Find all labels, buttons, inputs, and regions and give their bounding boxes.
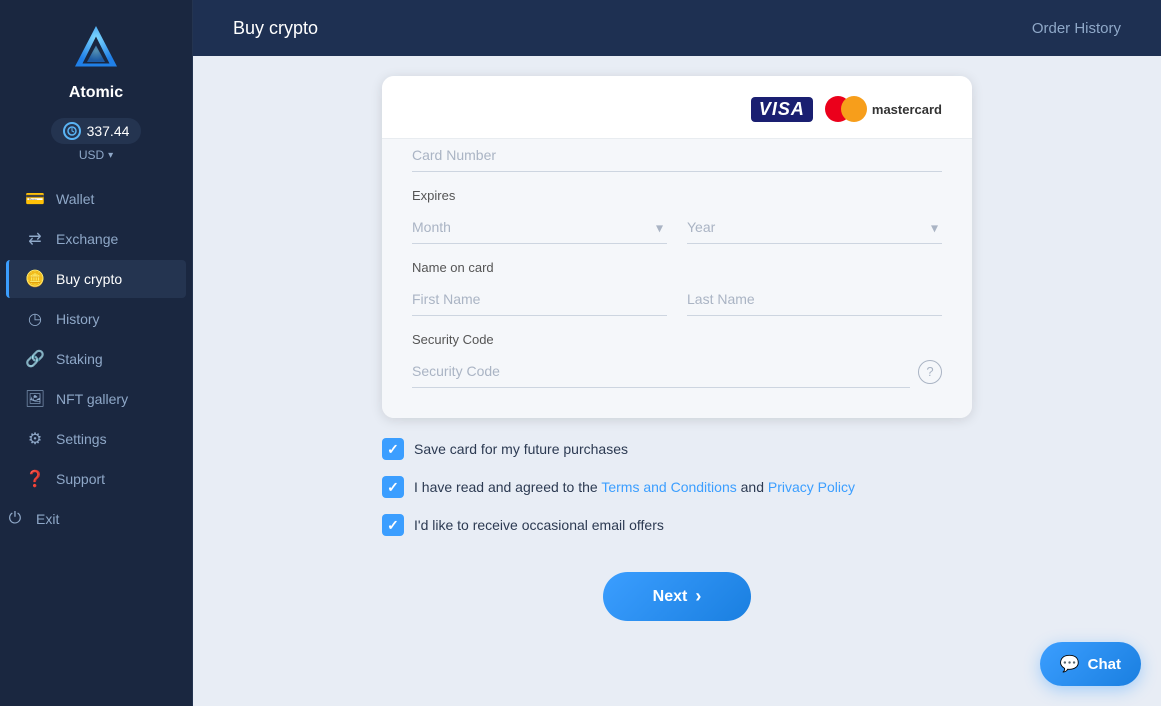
terms-conditions-link[interactable]: Terms and Conditions xyxy=(601,479,736,495)
sidebar-item-label: Support xyxy=(56,471,105,487)
terms-checkbox[interactable]: ✓ xyxy=(382,476,404,498)
card-form-header: VISA mastercard xyxy=(382,76,972,139)
checkmark-icon: ✓ xyxy=(387,517,399,534)
security-code-input[interactable] xyxy=(412,355,910,388)
chat-button-label: Chat xyxy=(1088,656,1121,673)
sidebar-item-wallet[interactable]: 💳 Wallet xyxy=(6,180,186,218)
save-card-checkbox[interactable]: ✓ xyxy=(382,438,404,460)
chevron-down-icon: ▾ xyxy=(108,150,113,161)
terms-text: I have read and agreed to the Terms and … xyxy=(414,479,855,495)
security-help-icon[interactable]: ? xyxy=(918,360,942,384)
expires-row: Month 01 02 03 04 05 06 07 08 09 10 xyxy=(412,211,942,244)
sidebar-item-exit[interactable]: ⏻ Exit xyxy=(6,500,198,538)
first-name-input[interactable] xyxy=(412,283,667,316)
bottom-section: ✓ Save card for my future purchases ✓ I … xyxy=(382,438,972,661)
sidebar-item-support[interactable]: ❓ Support xyxy=(6,460,186,498)
month-select[interactable]: Month 01 02 03 04 05 06 07 08 09 10 xyxy=(412,211,667,244)
mastercard-logo: mastercard xyxy=(825,96,942,122)
exit-icon: ⏻ xyxy=(6,510,24,528)
next-arrow-icon: › xyxy=(695,586,701,607)
staking-icon: 🔗 xyxy=(26,350,44,368)
security-code-section: Security Code ? xyxy=(412,332,942,388)
sidebar-item-label: NFT gallery xyxy=(56,391,128,407)
sidebar-item-label: Staking xyxy=(56,351,103,367)
first-name-field xyxy=(412,283,667,316)
chat-button[interactable]: 💬 Chat xyxy=(1040,642,1141,686)
visa-logo: VISA xyxy=(751,97,813,122)
year-select-wrapper: Year 2024 2025 2026 2027 2028 2029 2030 … xyxy=(687,211,942,244)
expires-label: Expires xyxy=(412,188,942,203)
security-input-row: ? xyxy=(412,355,942,388)
security-code-label: Security Code xyxy=(412,332,942,347)
sidebar-item-label: Wallet xyxy=(56,191,94,207)
sidebar-item-exchange[interactable]: ⇄ Exchange xyxy=(6,220,186,258)
name-on-card-section: Name on card xyxy=(412,260,942,316)
sidebar-item-label: Settings xyxy=(56,431,107,447)
privacy-policy-link[interactable]: Privacy Policy xyxy=(768,479,855,495)
expires-section: Expires Month 01 02 03 04 05 06 0 xyxy=(412,188,942,244)
email-offers-checkbox[interactable]: ✓ xyxy=(382,514,404,536)
next-button[interactable]: Next › xyxy=(603,572,752,621)
sidebar-item-history[interactable]: ◷ History xyxy=(6,300,186,338)
year-select[interactable]: Year 2024 2025 2026 2027 2028 2029 2030 xyxy=(687,211,942,244)
email-offers-text: I'd like to receive occasional email off… xyxy=(414,517,664,533)
card-number-input[interactable] xyxy=(412,139,942,172)
checkmark-icon: ✓ xyxy=(387,479,399,496)
chat-icon: 💬 xyxy=(1060,654,1080,674)
balance-amount: 337.44 xyxy=(87,123,130,139)
order-history-link[interactable]: Order History xyxy=(1032,20,1121,37)
content-area: VISA mastercard Expires xyxy=(193,56,1161,706)
sidebar-item-buy-crypto[interactable]: 🪙 Buy crypto xyxy=(6,260,186,298)
card-form-body: Expires Month 01 02 03 04 05 06 0 xyxy=(382,139,972,418)
history-icon: ◷ xyxy=(26,310,44,328)
app-name: Atomic xyxy=(69,84,123,102)
save-card-text: Save card for my future purchases xyxy=(414,441,628,457)
name-row xyxy=(412,283,942,316)
month-select-wrapper: Month 01 02 03 04 05 06 07 08 09 10 xyxy=(412,211,667,244)
sidebar-item-nft-gallery[interactable]: 🖼 NFT gallery xyxy=(6,380,186,418)
sidebar-item-label: Buy crypto xyxy=(56,271,122,287)
mastercard-circle-orange xyxy=(841,96,867,122)
exchange-icon: ⇄ xyxy=(26,230,44,248)
main-content: Buy crypto Order History VISA mastercard xyxy=(193,0,1161,706)
last-name-input[interactable] xyxy=(687,283,942,316)
save-card-row: ✓ Save card for my future purchases xyxy=(382,438,972,460)
name-on-card-label: Name on card xyxy=(412,260,942,275)
email-offers-row: ✓ I'd like to receive occasional email o… xyxy=(382,514,972,536)
support-icon: ❓ xyxy=(26,470,44,488)
balance-display[interactable]: 337.44 xyxy=(51,118,142,144)
page-title: Buy crypto xyxy=(233,18,318,39)
app-logo xyxy=(66,20,126,80)
sidebar-item-label: Exchange xyxy=(56,231,118,247)
next-button-label: Next xyxy=(653,588,688,606)
sidebar-item-label: Exit xyxy=(36,511,59,527)
balance-icon xyxy=(63,122,81,140)
settings-icon: ⚙ xyxy=(26,430,44,448)
sidebar-item-label: History xyxy=(56,311,100,327)
currency-selector[interactable]: USD ▾ xyxy=(79,148,113,162)
logo-container: Atomic xyxy=(66,20,126,102)
terms-row: ✓ I have read and agreed to the Terms an… xyxy=(382,476,972,498)
buy-crypto-icon: 🪙 xyxy=(26,270,44,288)
card-form-container: VISA mastercard Expires xyxy=(382,76,972,418)
sidebar: Atomic 337.44 USD ▾ 💳 Wallet ⇄ Exchange … xyxy=(0,0,193,706)
mastercard-text: mastercard xyxy=(872,102,942,117)
wallet-icon: 💳 xyxy=(26,190,44,208)
checkmark-icon: ✓ xyxy=(387,441,399,458)
nft-icon: 🖼 xyxy=(26,390,44,408)
card-number-field xyxy=(412,139,942,172)
sidebar-item-settings[interactable]: ⚙ Settings xyxy=(6,420,186,458)
sidebar-nav: 💳 Wallet ⇄ Exchange 🪙 Buy crypto ◷ Histo… xyxy=(0,180,192,696)
last-name-field xyxy=(687,283,942,316)
top-bar: Buy crypto Order History xyxy=(193,0,1161,56)
sidebar-item-staking[interactable]: 🔗 Staking xyxy=(6,340,186,378)
